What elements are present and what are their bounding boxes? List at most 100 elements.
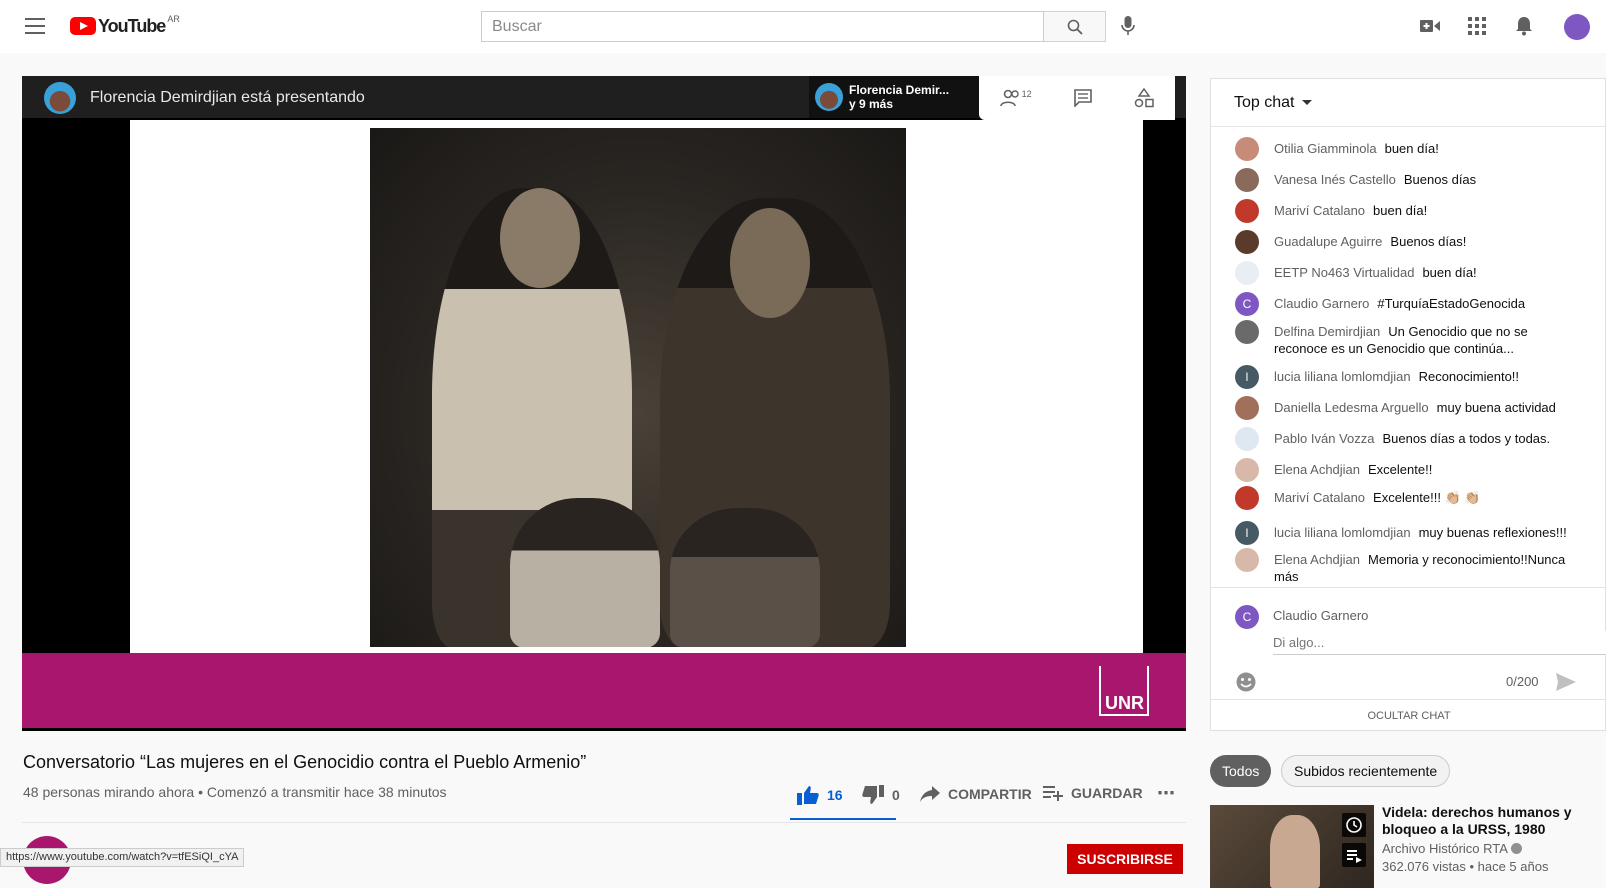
add-to-queue-icon[interactable] — [1342, 843, 1366, 867]
chat-avatar[interactable] — [1235, 427, 1259, 451]
chat-bubble-icon[interactable] — [1073, 89, 1093, 107]
chat-author[interactable]: Mariví Catalano — [1274, 203, 1365, 218]
chat-message-body: Delfina Demirdjian Un Genocidio que no se… — [1274, 320, 1575, 357]
chat-text: buen día! — [1422, 265, 1477, 280]
more-actions-icon[interactable]: ⋯ — [1157, 783, 1176, 804]
chat-avatar[interactable]: l — [1235, 365, 1259, 389]
chat-avatar[interactable] — [1235, 396, 1259, 420]
recommendation-channel-name: Archivo Histórico RTA — [1382, 841, 1508, 856]
notifications-bell-icon[interactable] — [1515, 16, 1533, 36]
chat-avatar[interactable] — [1235, 261, 1259, 285]
chat-message-body: Guadalupe Aguirre Buenos días! — [1274, 230, 1466, 250]
chat-avatar[interactable] — [1235, 199, 1259, 223]
chat-author[interactable]: Pablo Iván Vozza — [1274, 431, 1374, 446]
chat-avatar[interactable] — [1235, 548, 1259, 572]
chat-mode-dropdown[interactable]: Top chat — [1211, 79, 1605, 127]
chat-avatar[interactable] — [1235, 320, 1259, 344]
account-avatar[interactable] — [1564, 14, 1590, 40]
top-bar: YouTube AR — [0, 0, 1606, 53]
chat-avatar[interactable] — [1235, 168, 1259, 192]
youtube-play-icon — [70, 17, 96, 35]
chat-message-body: Elena Achdjian Memoria y reconocimiento!!… — [1274, 548, 1575, 585]
activities-shapes-icon[interactable] — [1134, 88, 1155, 108]
chat-avatar[interactable]: C — [1235, 292, 1259, 316]
share-button[interactable]: COMPARTIR — [920, 785, 1032, 803]
chip-all[interactable]: Todos — [1210, 755, 1272, 787]
like-button[interactable]: 16 — [797, 785, 843, 805]
participants-button[interactable]: 12 — [999, 89, 1032, 107]
chat-avatar[interactable] — [1235, 458, 1259, 482]
recommendation-thumbnail[interactable] — [1210, 805, 1374, 888]
chat-input[interactable] — [1273, 631, 1606, 655]
chat-author[interactable]: Claudio Garnero — [1274, 296, 1369, 311]
unr-logo-text: UNR — [1105, 693, 1144, 713]
chat-author[interactable]: EETP No463 Virtualidad — [1274, 265, 1414, 280]
dislike-button[interactable]: 0 — [862, 785, 900, 805]
presentation-bar: Florencia Demirdjian está presentando Fl… — [22, 76, 1186, 120]
chat-author[interactable]: Vanesa Inés Castello — [1274, 172, 1396, 187]
chat-avatar[interactable] — [1235, 230, 1259, 254]
like-sentiment-bar — [790, 818, 896, 820]
chat-message-body: Mariví Catalano Excelente!!! 👏🏼 👏🏼 — [1274, 486, 1481, 506]
chat-message: Delfina Demirdjian Un Genocidio que no se… — [1235, 320, 1575, 357]
chat-message: Pablo Iván Vozza Buenos días a todos y to… — [1235, 427, 1575, 451]
search-button[interactable] — [1044, 11, 1106, 42]
chat-text: Buenos días a todos y todas. — [1382, 431, 1551, 446]
youtube-logo[interactable]: YouTube AR — [70, 14, 180, 38]
apps-grid-icon[interactable] — [1468, 17, 1486, 35]
mic-icon[interactable] — [1120, 15, 1136, 37]
watch-later-icon[interactable] — [1342, 813, 1366, 837]
send-icon[interactable] — [1556, 673, 1576, 691]
presenter-name: Florencia Demir... — [849, 83, 950, 97]
video-player[interactable]: Florencia Demirdjian está presentando Fl… — [22, 76, 1186, 731]
hide-chat-button[interactable]: OCULTAR CHAT — [1211, 699, 1606, 722]
chat-message: Mariví Catalano Excelente!!! 👏🏼 👏🏼 — [1235, 486, 1575, 510]
save-button[interactable]: GUARDAR — [1043, 785, 1143, 801]
chat-message-body: Mariví Catalano buen día! — [1274, 199, 1427, 219]
chat-author[interactable]: lucia liliana lomlomdjian — [1274, 369, 1411, 384]
chat-message: C Claudio Garnero #TurquíaEstadoGenocida — [1235, 292, 1575, 316]
share-arrow-icon — [920, 786, 940, 802]
chat-author[interactable]: Delfina Demirdjian — [1274, 324, 1380, 339]
chat-text: Excelente!! — [1368, 462, 1433, 477]
presenter-avatar — [44, 82, 76, 114]
chat-message: Mariví Catalano buen día! — [1235, 199, 1575, 223]
chat-mode-label: Top chat — [1234, 93, 1295, 111]
chat-avatar[interactable] — [1235, 486, 1259, 510]
presenter-more: y 9 más — [849, 97, 894, 111]
chat-message: Guadalupe Aguirre Buenos días! — [1235, 230, 1575, 254]
thumbs-down-icon — [862, 785, 884, 804]
presenter-banner: Florencia Demirdjian está presentando — [90, 89, 365, 106]
divider — [22, 822, 1186, 823]
recommendation-title[interactable]: Videla: derechos humanos y bloqueo a la … — [1382, 804, 1572, 838]
chat-text: Reconocimiento!! — [1418, 369, 1520, 384]
chat-author[interactable]: Mariví Catalano — [1274, 490, 1365, 505]
chat-message-body: Vanesa Inés Castello Buenos días — [1274, 168, 1476, 188]
chat-message: Daniella Ledesma Arguello muy buena activ… — [1235, 396, 1575, 420]
chat-text: Buenos días — [1403, 172, 1477, 187]
menu-icon[interactable] — [25, 18, 45, 34]
chat-author[interactable]: lucia liliana lomlomdjian — [1274, 525, 1411, 540]
participants-count: 12 — [1021, 89, 1032, 99]
chat-message-body: EETP No463 Virtualidad buen día! — [1274, 261, 1477, 281]
chat-author[interactable]: Otilia Giamminola — [1274, 141, 1377, 156]
chat-avatar[interactable]: l — [1235, 521, 1259, 545]
chat-message: Otilia Giamminola buen día! — [1235, 137, 1575, 161]
chip-recent[interactable]: Subidos recientemente — [1281, 755, 1451, 787]
chat-text: buen día! — [1373, 203, 1428, 218]
chat-avatar[interactable] — [1235, 137, 1259, 161]
recommendation-views: 362.076 vistas • hace 5 años — [1382, 859, 1549, 874]
search-input[interactable] — [481, 11, 1044, 42]
thumbs-up-icon — [797, 786, 819, 805]
chat-author[interactable]: Daniella Ledesma Arguello — [1274, 400, 1429, 415]
emoji-icon[interactable] — [1235, 671, 1257, 693]
video-meta: 48 personas mirando ahora • Comenzó a tr… — [23, 784, 447, 800]
create-video-icon[interactable] — [1420, 18, 1440, 34]
recommendation-channel[interactable]: Archivo Histórico RTA — [1382, 841, 1522, 856]
chat-author[interactable]: Elena Achdjian — [1274, 552, 1360, 567]
subscribe-button[interactable]: SUSCRIBIRSE — [1067, 844, 1183, 874]
chat-message: l lucia liliana lomlomdjian muy buenas ref… — [1235, 521, 1575, 545]
like-count: 16 — [827, 787, 843, 803]
chat-author[interactable]: Guadalupe Aguirre — [1274, 234, 1382, 249]
chat-author[interactable]: Elena Achdjian — [1274, 462, 1360, 477]
